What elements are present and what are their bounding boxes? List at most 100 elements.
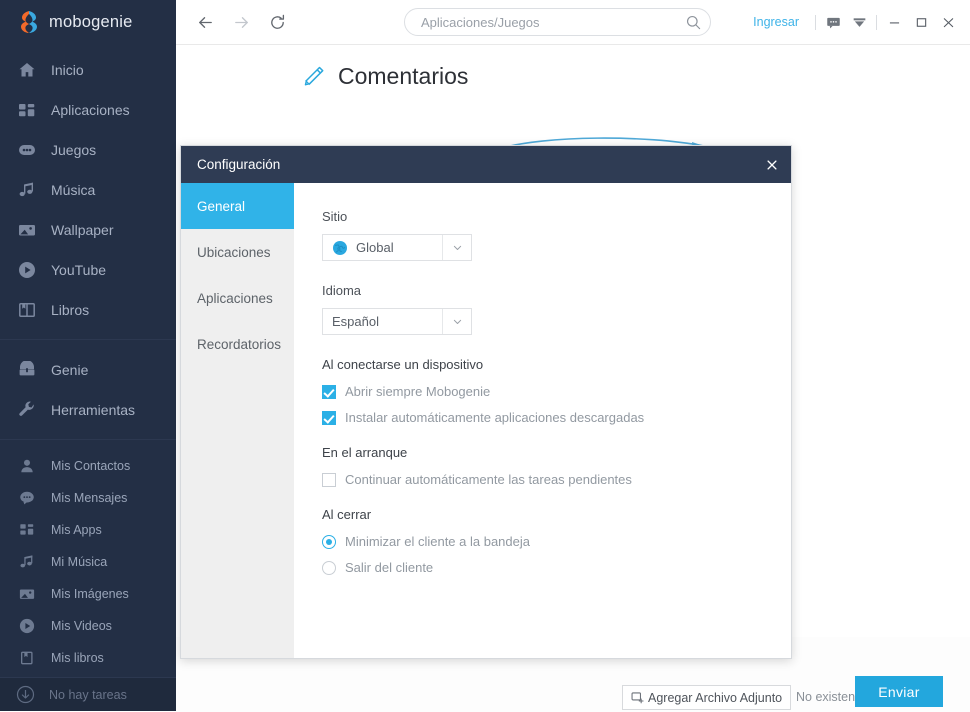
sidebar-item-aplicaciones[interactable]: Aplicaciones (0, 90, 176, 130)
dialog-tab-list: General Ubicaciones Aplicaciones Recorda… (181, 183, 294, 658)
sidebar-item-label: Libros (51, 302, 90, 318)
sidebar-item-label: Herramientas (51, 402, 136, 418)
tab-label: Aplicaciones (197, 290, 273, 306)
chevron-down-filled-icon[interactable] (846, 9, 872, 35)
tab-ubicaciones[interactable]: Ubicaciones (181, 229, 294, 275)
site-select-value: Global (356, 240, 394, 255)
sidebar-item-musica[interactable]: Música (0, 170, 176, 210)
chat-bubble-icon[interactable] (820, 9, 846, 35)
radio-button[interactable] (322, 560, 336, 575)
page-content: Comentarios Agregar Archivo Adjunto No e… (176, 45, 970, 712)
option-minimizar-bandeja[interactable]: Minimizar el cliente a la bandeja (322, 534, 791, 549)
apps-grid-icon (18, 521, 36, 539)
sidebar-item-wallpaper[interactable]: Wallpaper (0, 210, 176, 250)
general-settings-panel: Sitio Global Idioma Español Al conectars… (294, 183, 791, 658)
top-toolbar: Ingresar (176, 0, 970, 45)
site-select[interactable]: Global (322, 234, 472, 261)
reload-icon[interactable] (266, 11, 288, 33)
option-abrir-siempre-mobogenie[interactable]: Abrir siempre Mobogenie (322, 384, 791, 399)
sidebar-item-label: Mis Mensajes (51, 491, 128, 505)
chevron-down-icon[interactable] (442, 309, 471, 334)
sidebar-item-inicio[interactable]: Inicio (0, 50, 176, 90)
mobogenie-logo-icon (18, 10, 40, 34)
sidebar-item-juegos[interactable]: Juegos (0, 130, 176, 170)
attach-file-label: Agregar Archivo Adjunto (648, 690, 783, 705)
option-continuar-tareas-pendientes[interactable]: Continuar automáticamente las tareas pen… (322, 472, 791, 487)
sidebar-item-label: Mis Imágenes (51, 587, 129, 601)
book-icon (18, 301, 36, 319)
minimize-icon[interactable] (881, 9, 908, 36)
radio-button[interactable] (322, 534, 336, 549)
language-select-value: Español (332, 314, 379, 329)
login-link[interactable]: Ingresar (741, 15, 811, 29)
sidebar-item-youtube[interactable]: YouTube (0, 250, 176, 290)
chevron-down-icon[interactable] (442, 235, 471, 260)
sidebar-item-label: Mis Contactos (51, 459, 131, 473)
add-attachment-icon (631, 690, 646, 705)
language-field-label: Idioma (322, 283, 362, 298)
option-salir-del-cliente[interactable]: Salir del cliente (322, 560, 791, 575)
sidebar-item-mis-mensajes[interactable]: Mis Mensajes (0, 482, 176, 514)
left-sidebar: mobogenie Inicio Aplicaciones Juegos Mús… (0, 0, 176, 711)
sidebar-item-libros[interactable]: Libros (0, 290, 176, 330)
sidebar-item-mis-apps[interactable]: Mis Apps (0, 514, 176, 546)
sidebar-item-mis-imagenes[interactable]: Mis Imágenes (0, 578, 176, 610)
language-select[interactable]: Español (322, 308, 472, 335)
site-field-label: Sitio (322, 209, 348, 224)
send-button[interactable]: Enviar (855, 676, 943, 707)
sidebar-item-mis-libros[interactable]: Mis libros (0, 642, 176, 674)
sidebar-item-mis-contactos[interactable]: Mis Contactos (0, 450, 176, 482)
sidebar-item-genie[interactable]: Genie (0, 350, 176, 390)
music-note-icon (18, 181, 36, 199)
application-window: mobogenie Inicio Aplicaciones Juegos Mús… (0, 0, 970, 712)
search-icon[interactable] (682, 11, 704, 33)
option-label: Instalar automáticamente aplicaciones de… (345, 410, 645, 425)
option-instalar-automaticamente[interactable]: Instalar automáticamente aplicaciones de… (322, 410, 791, 425)
close-icon[interactable] (935, 9, 962, 36)
dialog-title-bar: Configuración (181, 146, 791, 183)
on-close-heading: Al cerrar (322, 507, 372, 522)
no-files-text: No existen (796, 690, 856, 704)
maximize-icon[interactable] (908, 9, 935, 36)
site-select-value-wrap: Global (323, 240, 442, 256)
arrow-left-icon[interactable] (194, 11, 216, 33)
sidebar-item-herramientas[interactable]: Herramientas (0, 390, 176, 430)
close-icon[interactable] (753, 146, 791, 183)
option-label: Abrir siempre Mobogenie (345, 384, 491, 399)
arrow-right-icon[interactable] (230, 11, 252, 33)
on-startup-heading: En el arranque (322, 445, 408, 460)
sidebar-item-mis-videos[interactable]: Mis Videos (0, 610, 176, 642)
checkbox[interactable] (322, 384, 336, 399)
home-icon (18, 61, 36, 79)
tab-aplicaciones[interactable]: Aplicaciones (181, 275, 294, 321)
search-box[interactable] (404, 8, 711, 36)
checkbox[interactable] (322, 472, 336, 487)
sidebar-primary-nav: Inicio Aplicaciones Juegos Música Wallpa… (0, 44, 176, 330)
main-area: Ingresar (176, 0, 970, 712)
tasks-status-bar[interactable]: No hay tareas (0, 677, 176, 711)
sidebar-item-label: Mis libros (51, 651, 104, 665)
sidebar-item-mi-musica[interactable]: Mi Música (0, 546, 176, 578)
tab-label: Ubicaciones (197, 244, 271, 260)
play-circle-icon (18, 261, 36, 279)
person-icon (18, 457, 36, 475)
wrench-icon (18, 401, 36, 419)
sidebar-item-label: Mi Música (51, 555, 108, 569)
top-right-controls: Ingresar (741, 0, 962, 44)
dialog-title: Configuración (197, 157, 281, 172)
option-label: Minimizar el cliente a la bandeja (345, 534, 530, 549)
tab-label: Recordatorios (197, 336, 282, 352)
pencil-icon (300, 64, 326, 90)
sidebar-item-label: Aplicaciones (51, 102, 130, 118)
option-label: Salir del cliente (345, 560, 434, 575)
tab-label: General (197, 198, 246, 214)
sidebar-item-label: Inicio (51, 62, 84, 78)
divider (876, 14, 877, 30)
search-input[interactable] (419, 13, 682, 31)
tab-recordatorios[interactable]: Recordatorios (181, 321, 294, 367)
tab-general[interactable]: General (181, 183, 294, 229)
sidebar-tools-nav: Genie Herramientas (0, 339, 176, 430)
attach-file-button[interactable]: Agregar Archivo Adjunto (622, 685, 792, 710)
checkbox[interactable] (322, 410, 336, 425)
play-circle-icon (18, 617, 36, 635)
